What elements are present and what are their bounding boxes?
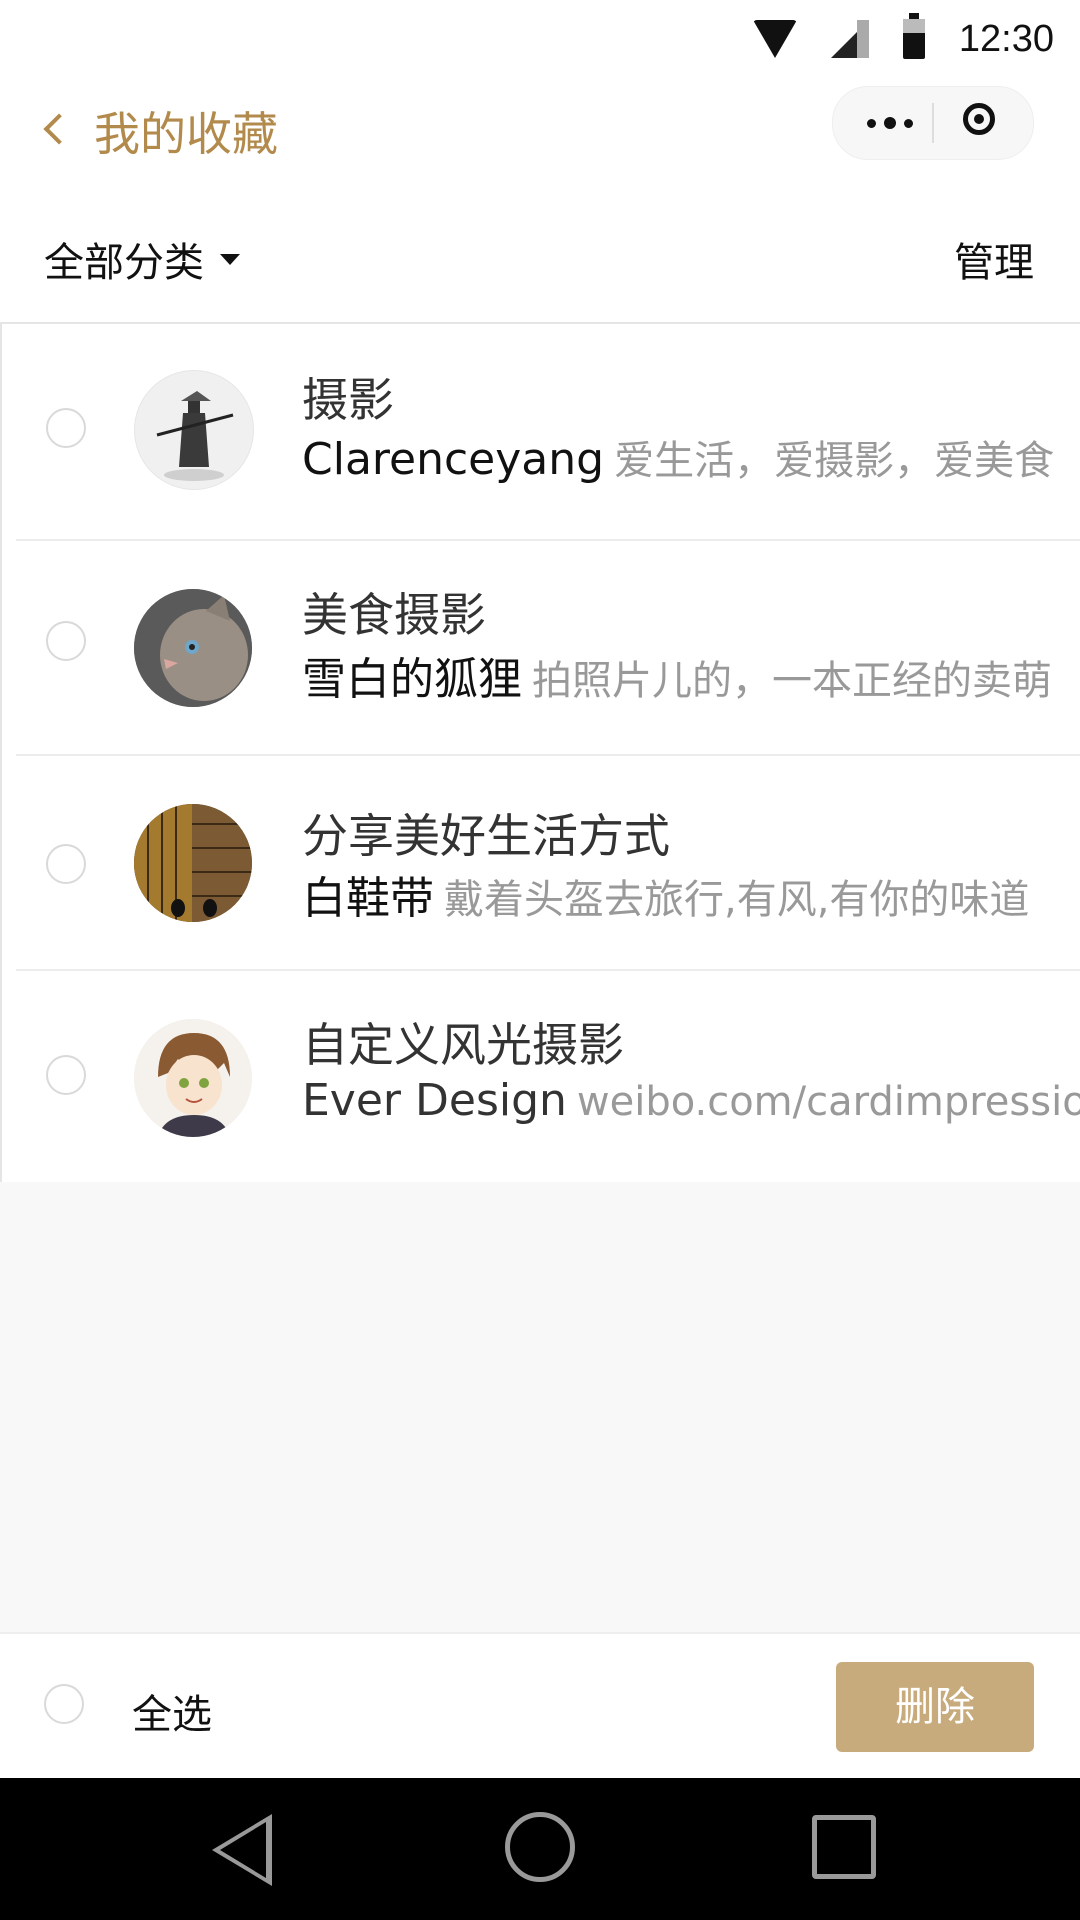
avatar [134,370,254,490]
filter-bar: 全部分类 管理 [0,186,1080,324]
avatar [134,589,252,707]
list-item[interactable]: 自定义风光摄影 Ever Design weibo.com/cardimpress… [2,969,1080,1182]
nav-back-icon[interactable] [212,1814,272,1886]
samurai-avatar-image [156,391,234,481]
item-description: 爱生活，爱摄影，爱美食 [614,438,1055,484]
item-title: 摄影 [302,373,394,427]
page-title: 我的收藏 [94,107,278,161]
navigation-bar: 我的收藏 [0,76,1080,186]
select-all-checkbox[interactable] [44,1684,84,1724]
capsule-divider [932,103,934,143]
select-all-label[interactable]: 全选 [132,1682,212,1740]
empty-area [0,1182,1080,1632]
list-item[interactable]: 美食摄影 雪白的狐狸 拍照片儿的，一本正经的卖萌 [2,539,1080,754]
item-subtitle: 白鞋带 戴着头盔去旅行,有风,有你的味道 [302,862,1080,926]
mini-program-capsule [832,86,1034,160]
item-checkbox[interactable] [46,1055,86,1095]
list-item[interactable]: 摄影 Clarenceyang 爱生活，爱摄影，爱美食 [2,324,1080,539]
nav-home-icon[interactable] [505,1812,575,1882]
wifi-icon [752,20,797,58]
battery-icon [902,13,925,59]
delete-button[interactable]: 删除 [836,1662,1034,1752]
item-checkbox[interactable] [46,621,86,661]
category-dropdown[interactable]: 全部分类 [44,230,240,288]
item-title: 美食摄影 [302,588,486,642]
item-author: 雪白的狐狸 [302,654,522,705]
signal-icon [830,20,869,58]
favorites-list: 摄影 Clarenceyang 爱生活，爱摄影，爱美食 美食摄影 雪白的狐狸 拍照片… [0,324,1080,1184]
category-label: 全部分类 [44,240,204,286]
item-author: Clarenceyang [302,434,605,485]
item-checkbox[interactable] [46,408,86,448]
status-clock: 12:30 [958,17,1054,60]
cat-avatar-image [134,589,252,707]
item-title: 分享美好生活方式 [302,809,670,863]
item-checkbox[interactable] [46,844,86,884]
item-description: weibo.com/cardimpression [576,1079,1080,1125]
manage-button[interactable]: 管理 [954,230,1034,288]
status-bar: 12:30 [0,0,1080,76]
close-mini-program-icon[interactable] [963,103,995,135]
item-subtitle: Ever Design weibo.com/cardimpression [302,1075,1080,1126]
item-author: Ever Design [302,1075,567,1126]
item-title: 自定义风光摄影 [302,1018,624,1072]
caret-down-icon [220,253,240,265]
avatar [134,1019,252,1137]
item-description: 拍照片儿的，一本正经的卖萌 [532,658,1052,704]
avatar [134,804,252,922]
more-icon[interactable] [867,117,913,129]
item-subtitle: 雪白的狐狸 拍照片儿的，一本正经的卖萌 [302,643,1080,707]
list-item[interactable]: 分享美好生活方式 白鞋带 戴着头盔去旅行,有风,有你的味道 [2,754,1080,969]
system-navigation-bar [0,1778,1080,1920]
floor-avatar-image [134,804,252,922]
item-description: 戴着头盔去旅行,有风,有你的味道 [444,877,1030,923]
nav-recents-icon[interactable] [812,1815,876,1879]
bottom-action-bar: 全选 删除 [0,1632,1080,1780]
back-icon[interactable] [43,113,75,145]
anime-avatar-image [134,1019,252,1137]
item-subtitle: Clarenceyang 爱生活，爱摄影，爱美食 [302,428,1080,486]
item-author: 白鞋带 [302,873,434,924]
